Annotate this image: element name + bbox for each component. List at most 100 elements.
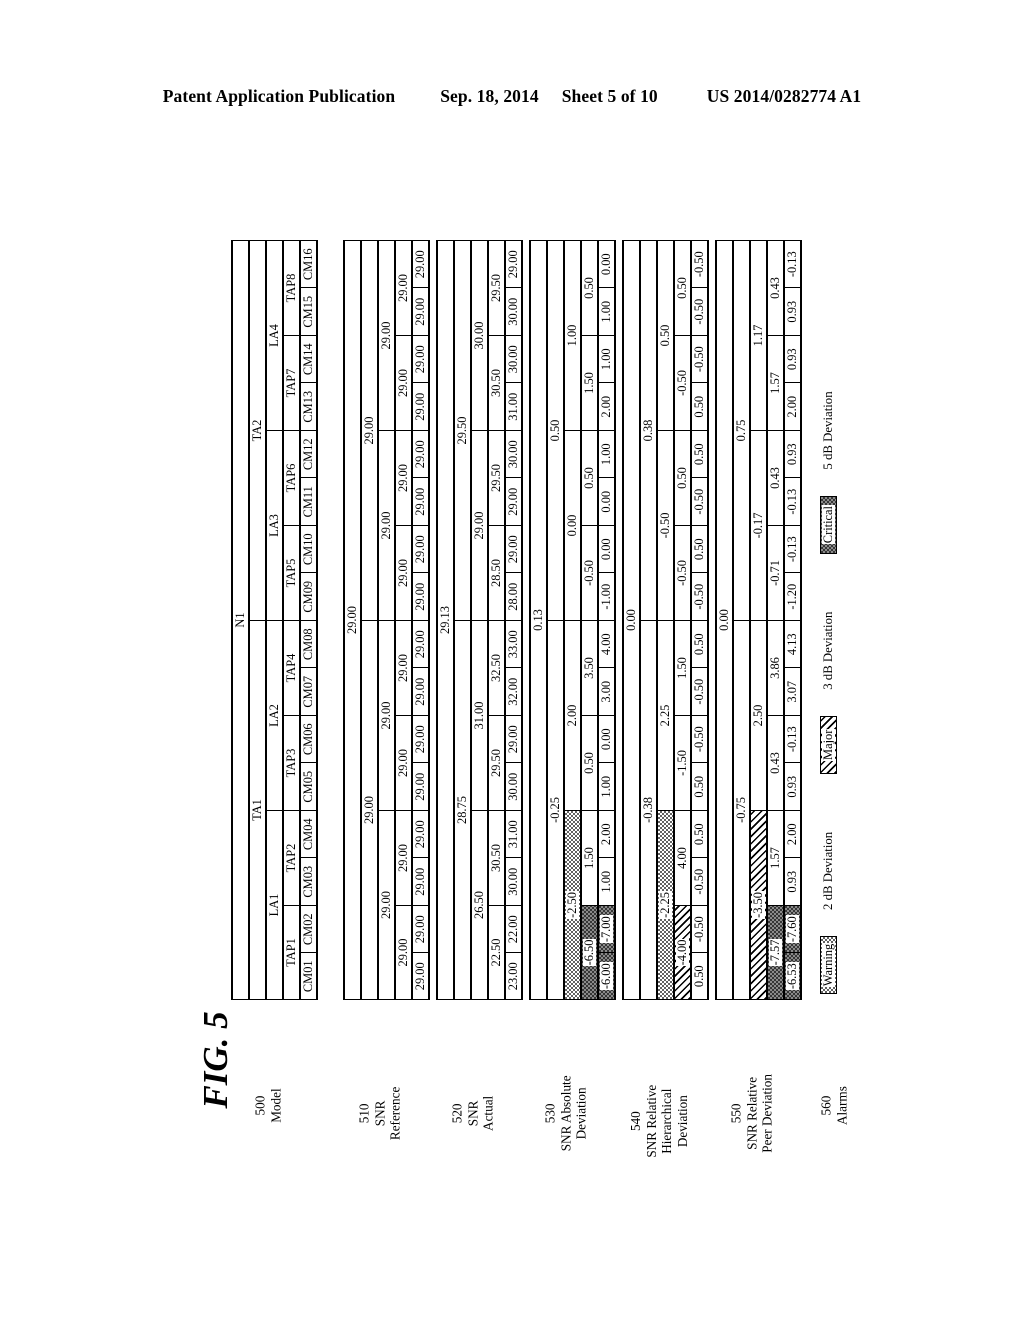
cm-value-cell: 0.00 [598, 240, 615, 288]
cm-value-cell: -0.50 [691, 240, 708, 288]
network-value-cell: 0.00 [623, 240, 640, 1000]
cm-value-cell: -0.50 [691, 477, 708, 525]
cm-value-cell: 0.50 [691, 382, 708, 430]
cm-value-cell: 2.00 [784, 382, 801, 430]
row-name-550-line0: SNR Relative [744, 1076, 760, 1150]
cm-cell: CM06 [300, 715, 317, 763]
row-label-500: 500 Model [252, 1031, 283, 1181]
cm-value-cell: -0.50 [691, 572, 708, 620]
cm-value-cell: 0.93 [784, 762, 801, 810]
cm-value-cell: 29.00 [412, 952, 429, 1000]
la-value-cell: 2.50 [750, 620, 767, 810]
tap-value-cell: 0.50 [674, 240, 691, 335]
row-name-560-line0: Alarms [834, 1086, 849, 1125]
cm-cell: CM10 [300, 525, 317, 573]
la-value-cell: 2.25 [657, 620, 674, 810]
row-name-530-line1: Deviation [573, 1087, 589, 1140]
legend-description-critical: 5 dB Deviation [821, 391, 835, 470]
row-label-530: 530 SNR Absolute Deviation [543, 1038, 590, 1188]
publication-label: Patent Application Publication [162, 86, 396, 106]
cm-value-cell: 30.00 [505, 287, 522, 335]
cm-value-cell: 4.13 [784, 620, 801, 668]
la-cell: LA4 [266, 240, 283, 430]
tap-value-cell: 29.00 [395, 240, 412, 335]
tap-cell: TAP3 [283, 715, 300, 810]
row-name-530-line0: SNR Absolute [558, 1075, 574, 1152]
la-value-cell: -2.50 [564, 810, 581, 1000]
row-reference-number-560: 560 [818, 1095, 834, 1116]
tap-value-cell: -1.50 [674, 715, 691, 810]
row-label-520: 520 SNR Actual [450, 1038, 497, 1188]
tap-value-cell: 0.50 [581, 240, 598, 335]
tap-value-cell: 0.50 [581, 715, 598, 810]
cm-value-cell: 2.00 [598, 382, 615, 430]
ta-value-cell: -0.75 [733, 620, 750, 1000]
tap-value-cell: -0.50 [581, 525, 598, 620]
tap-cell: TAP7 [283, 335, 300, 430]
sheet-number: Sheet 5 of 10 [561, 86, 658, 106]
tap-value-cell: 3.50 [581, 620, 598, 715]
cm-value-cell: 29.00 [412, 287, 429, 335]
ta-value-cell: 29.50 [454, 240, 471, 620]
tap-value-cell: -0.50 [674, 525, 691, 620]
cm-value-cell: 29.00 [505, 715, 522, 763]
tap-value-cell: 32.50 [488, 620, 505, 715]
cm-value-cell: 29.00 [412, 430, 429, 478]
cm-value-cell: -0.50 [691, 715, 708, 763]
tap-value-cell: 29.00 [395, 905, 412, 1000]
tap-cell: TAP1 [283, 905, 300, 1000]
tap-value-cell: 0.50 [581, 430, 598, 525]
row-reference-number-530: 530 [542, 1103, 558, 1124]
cm-value-cell: 0.50 [691, 620, 708, 668]
cm-value-cell: 29.00 [412, 572, 429, 620]
cm-value-cell: 29.00 [412, 240, 429, 288]
tap-value-cell: 1.50 [674, 620, 691, 715]
cm-value-cell: 0.93 [784, 430, 801, 478]
la-value-cell: 30.00 [471, 240, 488, 430]
cm-value-cell: 2.00 [598, 810, 615, 858]
la-value-cell: 1.00 [564, 240, 581, 430]
cm-value-cell: -0.13 [784, 715, 801, 763]
document-number: US 2014/0282774 A1 [706, 86, 862, 106]
cm-value-cell: 0.00 [598, 477, 615, 525]
cm-cell: CM11 [300, 477, 317, 525]
cm-value-cell: -0.50 [691, 905, 708, 953]
la-value-cell: 29.00 [378, 430, 395, 620]
legend-item-major: Major 3 dB Deviation [820, 554, 837, 774]
cm-cell: CM16 [300, 240, 317, 288]
tap-value-cell: 30.50 [488, 810, 505, 905]
legend-item-warning: Warning 2 dB Deviation [820, 774, 837, 994]
cm-value-cell: 30.00 [505, 857, 522, 905]
tap-value-cell: 0.43 [767, 430, 784, 525]
cm-value-cell: 22.00 [505, 905, 522, 953]
tap-value-cell: 4.00 [674, 810, 691, 905]
network-value-cell: 0.13 [530, 240, 547, 1000]
tap-value-cell: 3.86 [767, 620, 784, 715]
tap-value-cell: 0.50 [674, 430, 691, 525]
legend-item-critical: Critical 5 dB Deviation [820, 333, 837, 554]
tap-value-cell: 1.57 [767, 810, 784, 905]
cm-cell: CM09 [300, 572, 317, 620]
cm-value-cell: 0.00 [598, 525, 615, 573]
data-block-540: 0.00 -0.38 0.38 -2.25 2.25 -0.50 0.50 -4.00 4.00… [623, 240, 708, 1000]
la-value-cell: 2.00 [564, 620, 581, 810]
cm-cell: CM04 [300, 810, 317, 858]
tap-cell: TAP6 [283, 430, 300, 525]
cm-value-cell: 30.00 [505, 335, 522, 383]
cm-value-cell: 0.50 [691, 762, 708, 810]
la-value-cell: 29.00 [471, 430, 488, 620]
row-name-540-line0: SNR Relative [643, 1084, 659, 1158]
tap-value-cell: 29.00 [395, 335, 412, 430]
cm-value-cell: -0.50 [691, 287, 708, 335]
snr-model-table: N1 TA1 TA2 LA1 LA2 LA3 LA4 TAP1 TAP2 TAP3 TAP4 TAP5… [231, 240, 837, 1000]
cm-value-cell: 30.00 [505, 762, 522, 810]
cm-value-cell: 3.00 [598, 667, 615, 715]
cm-value-cell: -1.20 [784, 572, 801, 620]
cm-value-cell: 0.50 [691, 525, 708, 573]
cm-value-cell: 29.00 [412, 335, 429, 383]
cm-value-cell: 29.00 [412, 857, 429, 905]
cm-value-cell: 31.00 [505, 810, 522, 858]
la-value-cell: -2.25 [657, 810, 674, 1000]
row-name-540-line1: Hierarchical [659, 1088, 674, 1154]
tap-value-cell: 1.50 [581, 335, 598, 430]
